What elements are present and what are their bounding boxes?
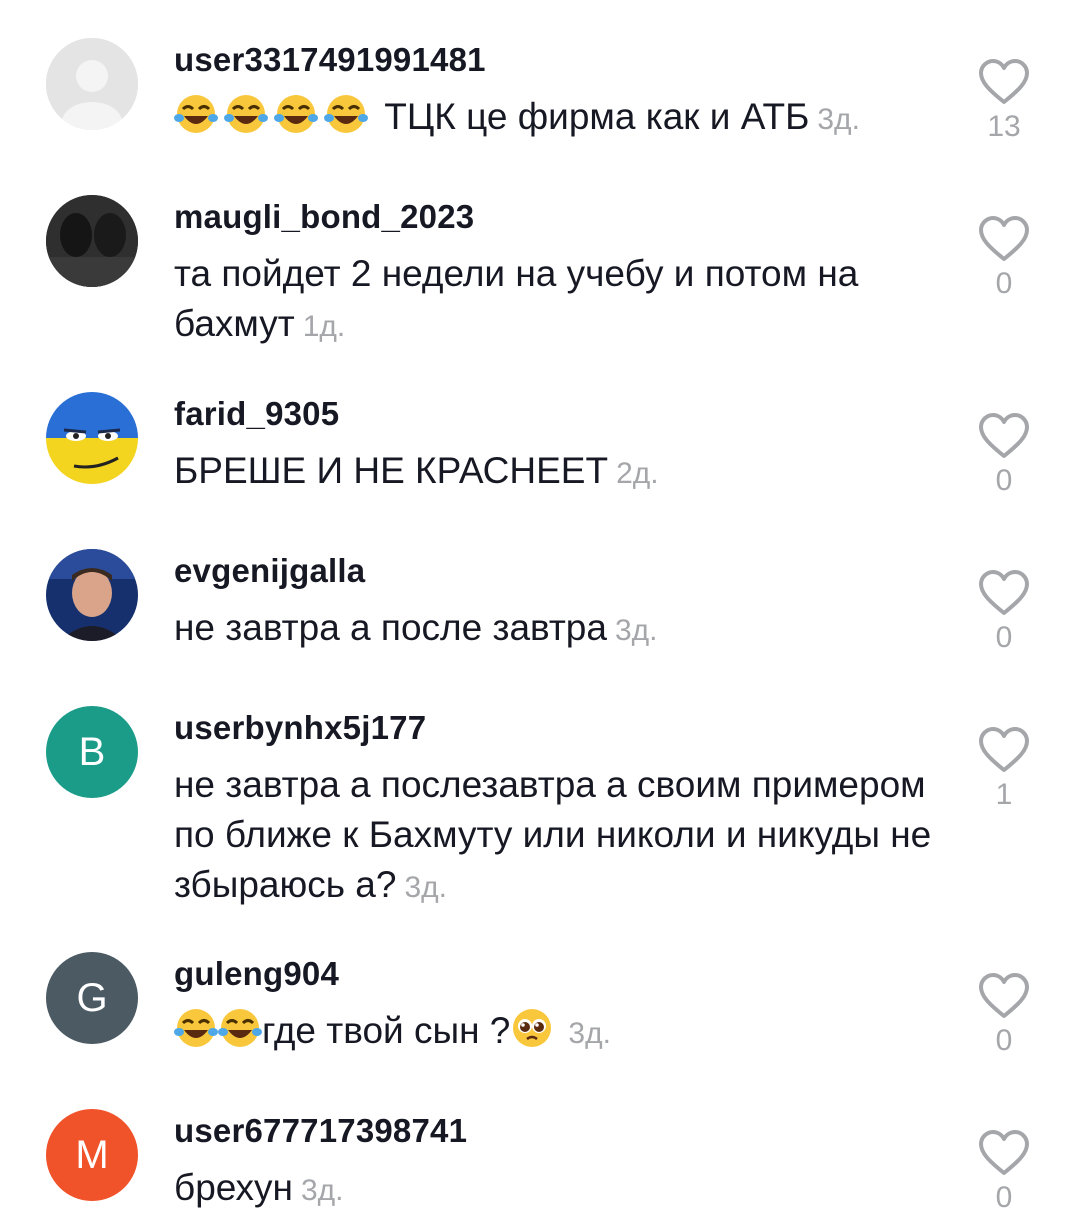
like-count: 0 (995, 464, 1013, 497)
comment-body: брехун (174, 1167, 293, 1208)
avatar[interactable] (46, 195, 138, 287)
comment-item: B userbynhx5j177 не завтра а послезавтра… (0, 706, 1080, 926)
avatar-letter: B (78, 729, 106, 774)
like-button[interactable]: 13 (975, 58, 1033, 144)
heart-outline-icon[interactable] (977, 972, 1031, 1020)
comment-body: не завтра а послезавтра а своим примером… (174, 764, 932, 905)
like-count: 0 (995, 1024, 1013, 1057)
comment-time: 3д. (817, 103, 860, 136)
face-with-tears-of-joy-emoji (218, 1009, 262, 1047)
avatar[interactable] (46, 549, 138, 641)
avatar-letter: G (76, 975, 108, 1020)
like-button[interactable]: 0 (975, 412, 1033, 498)
comment-time: 3д. (300, 1174, 344, 1207)
comment-body: БРЕШЕ И НЕ КРАСНЕЕТ (174, 450, 609, 491)
user-photo-avatar (46, 195, 138, 287)
heart-outline-icon[interactable] (977, 215, 1031, 263)
comment-text: брехун 3д. (174, 1163, 934, 1216)
comment-item: M user677717398741 брехун 3д. 0 (0, 1109, 1080, 1229)
comment-username[interactable]: guleng904 (174, 955, 339, 993)
avatar[interactable]: M (46, 1109, 138, 1201)
comment-text: не завтра а после завтра 3д. (174, 603, 934, 656)
like-count: 13 (987, 110, 1021, 143)
face-with-tears-of-joy-emoji (274, 95, 318, 133)
comment-body: где твой сын ? (262, 1010, 511, 1051)
comment-item: evgenijgalla не завтра а после завтра 3д.… (0, 549, 1080, 689)
avatar[interactable]: G (46, 952, 138, 1044)
comment-text: где твой сын ? 3д. (174, 1006, 934, 1059)
heart-outline-icon[interactable] (977, 1129, 1031, 1177)
like-button[interactable]: 0 (975, 1129, 1033, 1215)
comment-body: та пойдет 2 недели на учебу и потом на б… (174, 253, 859, 344)
comment-item: user3317491991481 ТЦК це фирма как и АТБ… (0, 38, 1080, 178)
comment-text: не завтра а послезавтра а своим примером… (174, 760, 934, 913)
comment-item: maugli_bond_2023 та пойдет 2 недели на у… (0, 195, 1080, 365)
face-with-tears-of-joy-emoji (174, 95, 218, 133)
user-photo-avatar (46, 549, 138, 641)
like-count: 0 (995, 1181, 1013, 1214)
comment-time: 1д. (302, 310, 346, 343)
heart-outline-icon[interactable] (977, 58, 1031, 106)
heart-outline-icon[interactable] (977, 569, 1031, 617)
comment-text: ТЦК це фирма как и АТБ 3д. (174, 92, 934, 145)
comment-username[interactable]: evgenijgalla (174, 552, 365, 590)
like-button[interactable]: 0 (975, 972, 1033, 1058)
comment-time: 3д. (614, 614, 658, 647)
face-with-tears-of-joy-emoji (224, 95, 268, 133)
like-button[interactable]: 1 (975, 726, 1033, 812)
face-with-tears-of-joy-emoji (324, 95, 368, 133)
avatar[interactable]: B (46, 706, 138, 798)
user-photo-avatar (46, 392, 138, 484)
comment-username[interactable]: farid_9305 (174, 395, 339, 433)
like-count: 0 (995, 621, 1013, 654)
default-avatar-icon (46, 38, 138, 130)
comment-time: 3д. (404, 871, 447, 904)
face-with-tears-of-joy-emoji (174, 1009, 218, 1047)
comment-text: БРЕШЕ И НЕ КРАСНЕЕТ 2д. (174, 446, 934, 499)
comment-username[interactable]: user3317491991481 (174, 41, 486, 79)
comment-username[interactable]: maugli_bond_2023 (174, 198, 474, 236)
heart-outline-icon[interactable] (977, 412, 1031, 460)
like-count: 0 (995, 267, 1013, 300)
comment-time: 2д. (616, 457, 659, 490)
comment-body: ТЦК це фирма как и АТБ (384, 96, 810, 137)
like-count: 1 (995, 778, 1013, 811)
comment-username[interactable]: userbynhx5j177 (174, 709, 426, 747)
like-button[interactable]: 0 (975, 569, 1033, 655)
avatar[interactable] (46, 392, 138, 484)
avatar-letter: M (75, 1132, 109, 1177)
like-button[interactable]: 0 (975, 215, 1033, 301)
comment-time: 3д. (568, 1017, 611, 1050)
pleading-face-emoji (513, 1009, 552, 1047)
comment-body: не завтра а после завтра (174, 607, 607, 648)
avatar[interactable] (46, 38, 138, 130)
comment-item: G guleng904 где твой сын ? 3д. 0 (0, 952, 1080, 1092)
comment-username[interactable]: user677717398741 (174, 1112, 467, 1150)
heart-outline-icon[interactable] (977, 726, 1031, 774)
comment-item: farid_9305 БРЕШЕ И НЕ КРАСНЕЕТ 2д. 0 (0, 392, 1080, 532)
comment-text: та пойдет 2 недели на учебу и потом на б… (174, 249, 934, 352)
